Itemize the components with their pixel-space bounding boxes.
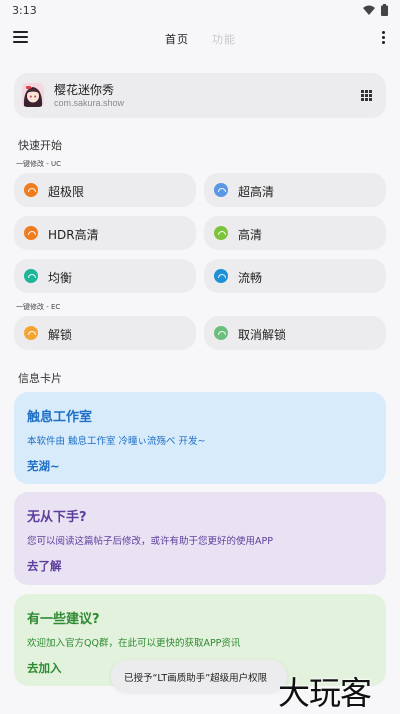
option-label: 取消解锁 bbox=[238, 328, 287, 342]
app-name: 樱花迷你秀 bbox=[54, 83, 115, 97]
status-bar: 3:13 bbox=[0, 0, 400, 22]
tab-functions[interactable]: 功能 bbox=[212, 31, 236, 47]
option-smooth[interactable]: 流畅 bbox=[204, 259, 386, 293]
info-cards-title: 信息卡片 bbox=[18, 372, 62, 385]
card-action-link[interactable]: 去了解 bbox=[27, 558, 62, 574]
battery-icon bbox=[381, 4, 388, 16]
speed-icon bbox=[24, 226, 38, 240]
option-balanced[interactable]: 均衡 bbox=[14, 259, 196, 293]
menu-icon[interactable] bbox=[13, 30, 29, 44]
app-bar: 首页 功能 bbox=[0, 24, 400, 54]
option-hd[interactable]: 高清 bbox=[204, 216, 386, 250]
card-action-link[interactable]: 去加入 bbox=[27, 660, 62, 676]
option-ultra-hd[interactable]: 超高清 bbox=[204, 173, 386, 207]
tab-home[interactable]: 首页 bbox=[165, 31, 189, 47]
speed-icon bbox=[214, 269, 228, 283]
info-card-help: 无从下手? 您可以阅读这篇帖子后修改，或许有助于您更好的使用APP 去了解 bbox=[14, 492, 386, 585]
toast-text: 已授予“LT画质助手”超级用户权限 bbox=[124, 673, 268, 684]
speed-icon bbox=[24, 269, 38, 283]
lock-icon bbox=[214, 326, 228, 340]
speed-icon bbox=[214, 183, 228, 197]
uc-section-label: 一键修改 - UC bbox=[16, 160, 61, 168]
option-label: 流畅 bbox=[238, 271, 263, 285]
card-action-link[interactable]: 芜湖~ bbox=[27, 458, 60, 474]
option-label: 解锁 bbox=[48, 328, 73, 342]
option-label: 超极限 bbox=[48, 185, 85, 199]
option-label: 高清 bbox=[238, 228, 263, 242]
app-avatar bbox=[22, 83, 44, 107]
card-description: 本软件由 触息工作室 冷曈ぃ流殇べ 开发~ bbox=[27, 436, 206, 447]
watermark: 大玩客 bbox=[278, 674, 372, 712]
option-label: 超高清 bbox=[238, 185, 275, 199]
speed-icon bbox=[214, 226, 228, 240]
card-title: 触息工作室 bbox=[27, 410, 93, 425]
option-label: HDR高清 bbox=[48, 228, 99, 242]
card-title: 有一些建议? bbox=[27, 612, 100, 627]
option-hdr-hd[interactable]: HDR高清 bbox=[14, 216, 196, 250]
grid-icon[interactable] bbox=[361, 90, 372, 101]
speed-icon bbox=[24, 183, 38, 197]
more-vertical-icon[interactable] bbox=[380, 31, 386, 47]
info-card-studio: 触息工作室 本软件由 触息工作室 冷曈ぃ流殇べ 开发~ 芜湖~ bbox=[14, 392, 386, 484]
card-title: 无从下手? bbox=[27, 510, 87, 525]
option-unlock[interactable]: 解锁 bbox=[14, 316, 196, 350]
app-package: com.sakura.show bbox=[54, 98, 125, 108]
option-cancel-unlock[interactable]: 取消解锁 bbox=[204, 316, 386, 350]
wifi-icon bbox=[363, 5, 375, 15]
card-description: 欢迎加入官方QQ群，在此可以更快的获取APP资讯 bbox=[27, 638, 241, 649]
toast: 已授予“LT画质助手”超级用户权限 bbox=[111, 660, 287, 692]
unlock-icon bbox=[24, 326, 38, 340]
card-description: 您可以阅读这篇帖子后修改，或许有助于您更好的使用APP bbox=[27, 536, 273, 547]
option-label: 均衡 bbox=[48, 271, 73, 285]
selected-app-card[interactable]: 樱花迷你秀 com.sakura.show bbox=[14, 73, 386, 118]
status-time: 3:13 bbox=[12, 4, 37, 17]
ec-section-label: 一键修改 - EC bbox=[16, 303, 61, 311]
option-ultra-limit[interactable]: 超极限 bbox=[14, 173, 196, 207]
quick-start-title: 快速开始 bbox=[18, 139, 62, 152]
